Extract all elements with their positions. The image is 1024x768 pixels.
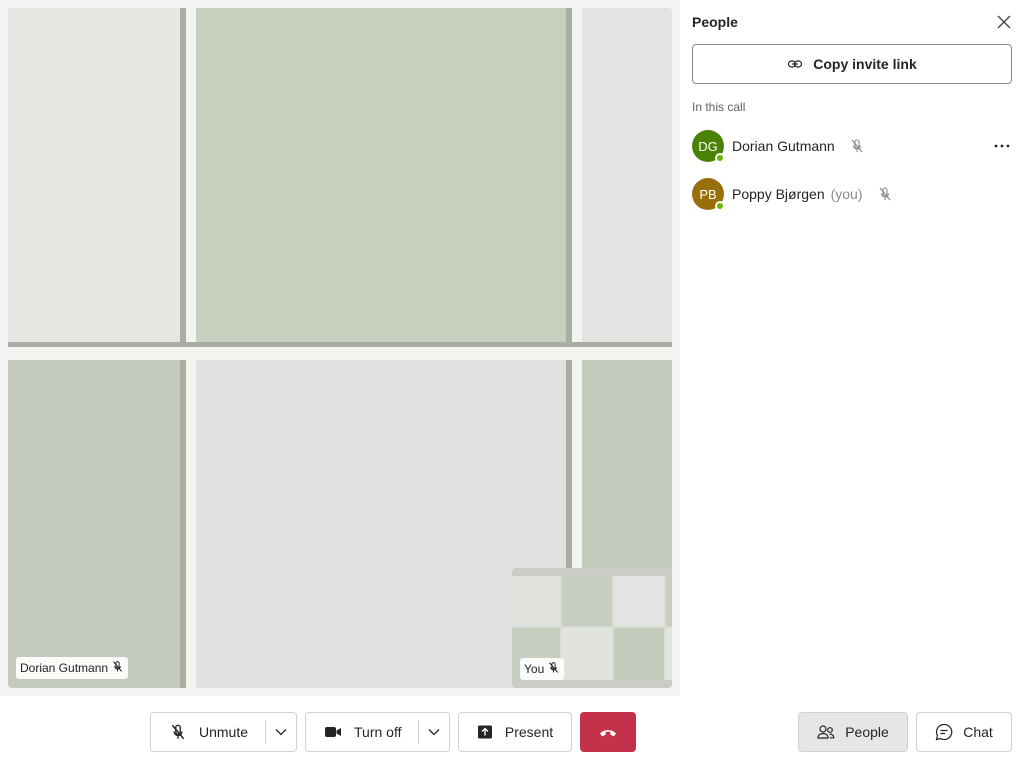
self-name-tag: You [520,658,565,680]
chat-toggle-button[interactable]: Chat [916,712,1012,752]
people-panel: People Copy invite link In this call DG … [680,0,1024,696]
participant-name-tag: Dorian Gutmann [16,657,129,679]
call-stage: Dorian Gutmann You [0,0,680,696]
avatar-initials: PB [699,186,717,202]
audio-options-dropdown[interactable] [266,713,296,751]
mic-muted-icon [547,661,560,677]
video-tile-bg [666,628,672,688]
video-tile-bg [512,568,560,626]
people-label: People [845,724,889,740]
present-button[interactable]: Present [458,712,572,752]
turn-off-camera-button[interactable]: Turn off [306,713,418,751]
participant-row[interactable]: PB Poppy Bjørgen (you) [692,174,1016,214]
chat-icon [935,723,953,741]
panel-title: People [692,14,738,30]
unmute-label: Unmute [199,724,249,740]
mic-muted-icon [851,139,863,153]
video-tile-bg [196,8,570,348]
people-icon [817,725,835,739]
participant-name: Poppy Bjørgen [732,186,825,202]
unmute-button[interactable]: Unmute [151,713,265,751]
camera-split-button: Turn off [305,712,450,752]
mic-muted-icon [111,660,124,676]
section-label: In this call [692,100,746,114]
avatar: DG [692,130,725,163]
close-panel-button[interactable] [994,12,1014,32]
tile-grout [512,680,672,688]
close-icon [997,15,1011,29]
camera-label: Turn off [354,724,402,740]
copy-invite-label: Copy invite link [813,56,917,72]
more-options-button[interactable] [992,136,1012,156]
video-options-dropdown[interactable] [419,713,449,751]
video-tile-bg [666,568,672,626]
participant-row[interactable]: DG Dorian Gutmann [692,126,1016,166]
mic-muted-icon [879,187,890,201]
hang-up-button[interactable] [580,712,636,752]
avatar-initials: DG [698,138,718,154]
share-screen-icon [477,725,492,739]
call-window: Dorian Gutmann You People Copy invite li… [0,0,1024,768]
mic-muted-icon [171,724,185,740]
video-tile-bg [582,8,672,348]
self-view-video[interactable]: You [512,568,672,688]
more-icon [994,144,1010,148]
copy-invite-link-button[interactable]: Copy invite link [692,44,1012,84]
chevron-down-icon [275,729,287,736]
video-tile-bg [562,568,612,626]
chevron-down-icon [428,729,440,736]
people-toggle-button[interactable]: People [798,712,908,752]
chat-label: Chat [963,724,993,740]
hang-up-icon [600,730,616,737]
video-tile-bg [562,628,612,688]
participant-name: Dorian Gutmann [732,138,835,154]
call-toolbar: Unmute Turn off Present People Chat [0,696,1024,768]
tile-grout [512,568,672,576]
unmute-split-button: Unmute [150,712,297,752]
video-tile-bg [8,8,184,348]
self-label: You [524,662,545,676]
avatar: PB [692,178,725,211]
tile-grout [8,347,672,360]
video-tile-bg [614,568,664,626]
video-camera-icon [325,727,341,737]
present-label: Present [504,724,554,740]
presence-available-icon [715,201,725,211]
video-tile-bg [8,360,184,688]
you-suffix: (you) [830,186,863,202]
link-icon [788,60,803,68]
presence-available-icon [715,153,725,163]
video-tile-bg [614,628,664,688]
participant-name: Dorian Gutmann [20,661,109,675]
